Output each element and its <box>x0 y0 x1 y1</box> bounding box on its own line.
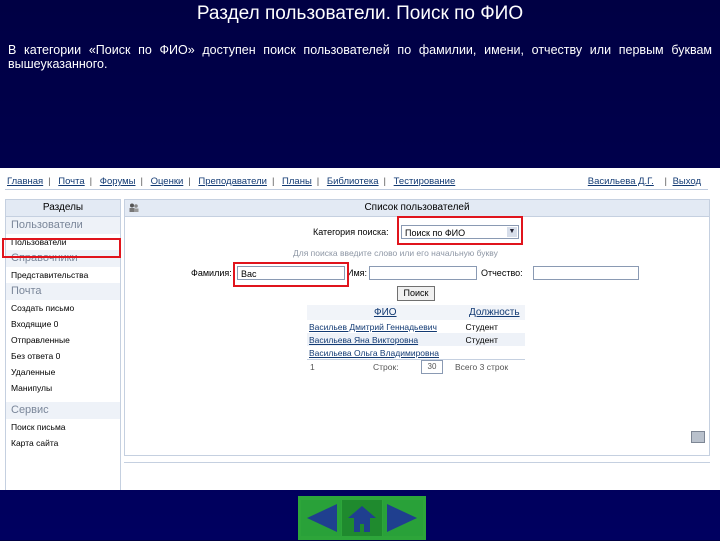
surname-label: Фамилия: <box>191 268 232 278</box>
slide-navigation <box>298 496 426 540</box>
slide-title: Раздел пользователи. Поиск по ФИО <box>196 3 524 24</box>
home-button[interactable] <box>342 500 382 536</box>
nav-link-library[interactable]: Библиотека <box>327 176 379 187</box>
pager: 1 Строк: 30 Всего 3 строк <box>307 359 525 374</box>
sidebar-section-service: Сервис <box>6 402 120 419</box>
browser-screenshot: Главная | Почта | Форумы | Оценки | Преподав… <box>0 168 720 490</box>
footer-divider <box>124 462 710 463</box>
main-header: Список пользователей <box>125 200 709 217</box>
nav-link-mail[interactable]: Почта <box>58 176 84 187</box>
user-area: Васильева Д.Г. | Выход <box>587 176 701 187</box>
highlight-category-select <box>397 216 523 245</box>
user-name-link[interactable]: Васильева Д.Г. <box>588 176 654 187</box>
table-row: Васильева Ольга Владимировна <box>307 346 525 359</box>
sidebar-item-deleted[interactable]: Удаленные <box>6 364 120 380</box>
results-table: ФИО Должность Васильев Дмитрий Геннадьев… <box>307 305 525 359</box>
slide-description: В категории «Поиск по ФИО» доступен поис… <box>8 43 712 71</box>
patronymic-label: Отчество: <box>481 268 523 278</box>
sidebar-item-compose[interactable]: Создать письмо <box>6 300 120 316</box>
total-rows: Всего 3 строк <box>455 362 509 372</box>
top-nav-links: Главная | Почта | Форумы | Оценки | Преподав… <box>7 176 456 187</box>
highlight-users-item <box>2 238 121 258</box>
sidebar-section-users: Пользователи <box>6 217 120 234</box>
nav-link-teachers[interactable]: Преподаватели <box>198 176 267 187</box>
highlight-surname-input <box>233 262 349 287</box>
sidebar-section-mail: Почта <box>6 283 120 300</box>
user-name-cell[interactable]: Васильев Дмитрий Геннадьевич <box>307 320 464 333</box>
column-header-role[interactable]: Должность <box>463 305 525 320</box>
sidebar-item-representations[interactable]: Представительства <box>6 267 120 283</box>
users-icon <box>129 203 139 212</box>
table-row: Васильева Яна Викторовна Студент <box>307 333 525 346</box>
sidebar-item-unanswered[interactable]: Без ответа 0 <box>6 348 120 364</box>
nav-link-plans[interactable]: Планы <box>282 176 312 187</box>
column-header-fio[interactable]: ФИО <box>307 305 464 320</box>
search-button[interactable]: Поиск <box>397 286 435 301</box>
sidebar-item-sent[interactable]: Отправленные <box>6 332 120 348</box>
name-label: Имя: <box>347 268 368 278</box>
top-navigation: Главная | Почта | Форумы | Оценки | Преподав… <box>5 173 708 190</box>
print-icon[interactable] <box>691 431 705 443</box>
main-title: Список пользователей <box>364 202 470 213</box>
sidebar-item-mail-search[interactable]: Поиск письма <box>6 419 120 435</box>
category-label: Категория поиска: <box>313 227 389 237</box>
name-input[interactable] <box>369 266 477 280</box>
logout-link[interactable]: Выход <box>673 176 701 187</box>
user-role-cell: Студент <box>465 321 498 332</box>
patronymic-input[interactable] <box>533 266 639 280</box>
search-hint: Для поиска введите слово или его начальн… <box>293 248 498 258</box>
results-header-row: ФИО Должность <box>307 305 525 320</box>
rows-label: Строк: <box>373 362 399 372</box>
table-row: Васильев Дмитрий Геннадьевич Студент <box>307 320 525 333</box>
user-name-cell[interactable]: Васильева Ольга Владимировна <box>307 346 464 359</box>
sidebar-item-inbox[interactable]: Входящие 0 <box>6 316 120 332</box>
sidebar-header: Разделы <box>6 200 120 217</box>
prev-slide-button[interactable] <box>301 500 341 536</box>
nav-link-testing[interactable]: Тестирование <box>394 176 456 187</box>
prev-arrow-icon <box>307 504 337 532</box>
sidebar-item-manipuly[interactable]: Манипулы <box>6 380 120 396</box>
next-slide-button[interactable] <box>383 500 423 536</box>
pager-page: 1 <box>310 362 315 372</box>
sidebar-item-sitemap[interactable]: Карта сайта <box>6 435 120 451</box>
user-role-cell <box>464 346 525 359</box>
next-arrow-icon <box>387 504 417 532</box>
nav-link-grades[interactable]: Оценки <box>151 176 184 187</box>
home-icon <box>348 506 376 532</box>
rows-per-page-input[interactable]: 30 <box>421 360 443 374</box>
user-name-cell[interactable]: Васильева Яна Викторовна <box>307 333 464 346</box>
nav-link-forums[interactable]: Форумы <box>100 176 136 187</box>
nav-link-home[interactable]: Главная <box>7 176 43 187</box>
user-role-cell: Студент <box>463 333 525 346</box>
